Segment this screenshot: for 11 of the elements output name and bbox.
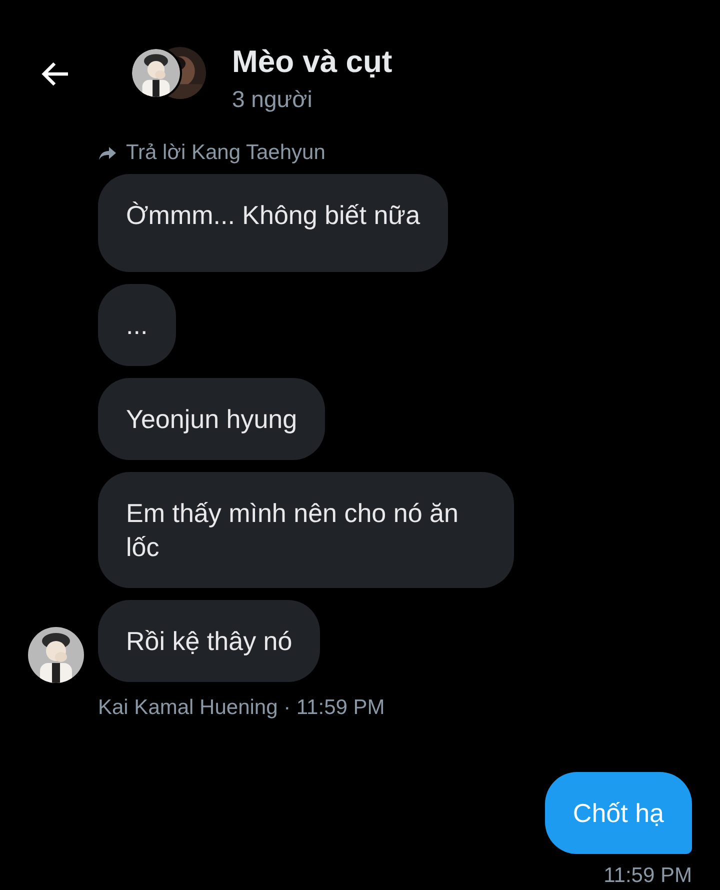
message-bubble: Yeonjun hyung [98,378,326,460]
reply-label: Trả lời Kang Taehyun [126,141,326,165]
message-bubble: ... [98,284,176,366]
participant-count: 3 người [232,85,314,114]
message-bubble: Em thấy mình nên cho nó ăn lốc [98,472,514,588]
message-bubble: Chốt hạ [544,772,692,854]
conversation-title: Mèo và cụt [232,44,392,80]
timestamp: 11:59 PM [602,864,692,888]
sender-timestamp: Kai Kamal Huening · 11:59 PM [98,696,386,720]
message-bubble: Rồi kệ thây nó [98,600,320,682]
message-bubble: Ờmmm... Không biết nữa [98,174,448,272]
